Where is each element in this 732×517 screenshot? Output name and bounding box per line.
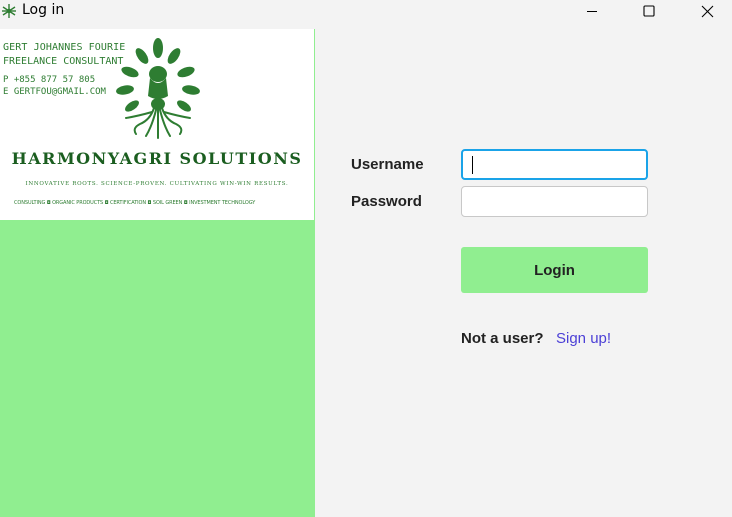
consultant-title: FREELANCE CONSULTANT — [3, 56, 124, 67]
signup-link[interactable]: Sign up! — [556, 330, 611, 347]
consultant-phone: P +855 877 57 805 — [3, 75, 96, 85]
close-icon — [701, 5, 713, 17]
company-name: HARMONYAGRI SOLUTIONS — [11, 149, 303, 168]
company-tagline: INNOVATIVE ROOTS. SCIENCE-PROVEN. CULTIV… — [25, 181, 289, 187]
app-logo-icon — [2, 4, 16, 18]
text-caret — [472, 156, 473, 174]
username-label: Username — [351, 156, 424, 173]
title-bar[interactable]: Log in — [0, 0, 732, 24]
window-title: Log in — [22, 2, 65, 18]
password-input[interactable] — [461, 186, 648, 217]
minimize-button[interactable] — [563, 0, 621, 22]
username-input[interactable] — [461, 149, 648, 180]
consultant-email: E GERTFOU@GMAIL.COM — [3, 87, 106, 97]
not-user-text: Not a user? — [461, 330, 544, 347]
consultant-name: GERT JOHANNES FOURIE — [3, 42, 126, 53]
minimize-icon — [587, 11, 597, 12]
maximize-button[interactable] — [620, 0, 678, 22]
branding-panel: GERT JOHANNES FOURIE FREELANCE CONSULTAN… — [0, 29, 315, 517]
login-button[interactable]: Login — [461, 247, 648, 293]
tree-of-life-icon — [116, 38, 200, 139]
password-label: Password — [351, 193, 422, 210]
business-card-image: GERT JOHANNES FOURIE FREELANCE CONSULTAN… — [0, 29, 314, 220]
close-button[interactable] — [678, 0, 732, 22]
maximize-icon — [643, 5, 655, 17]
company-services: CONSULTING ◘ ORGANIC PRODUCTS ◘ CERTIFIC… — [14, 200, 256, 206]
